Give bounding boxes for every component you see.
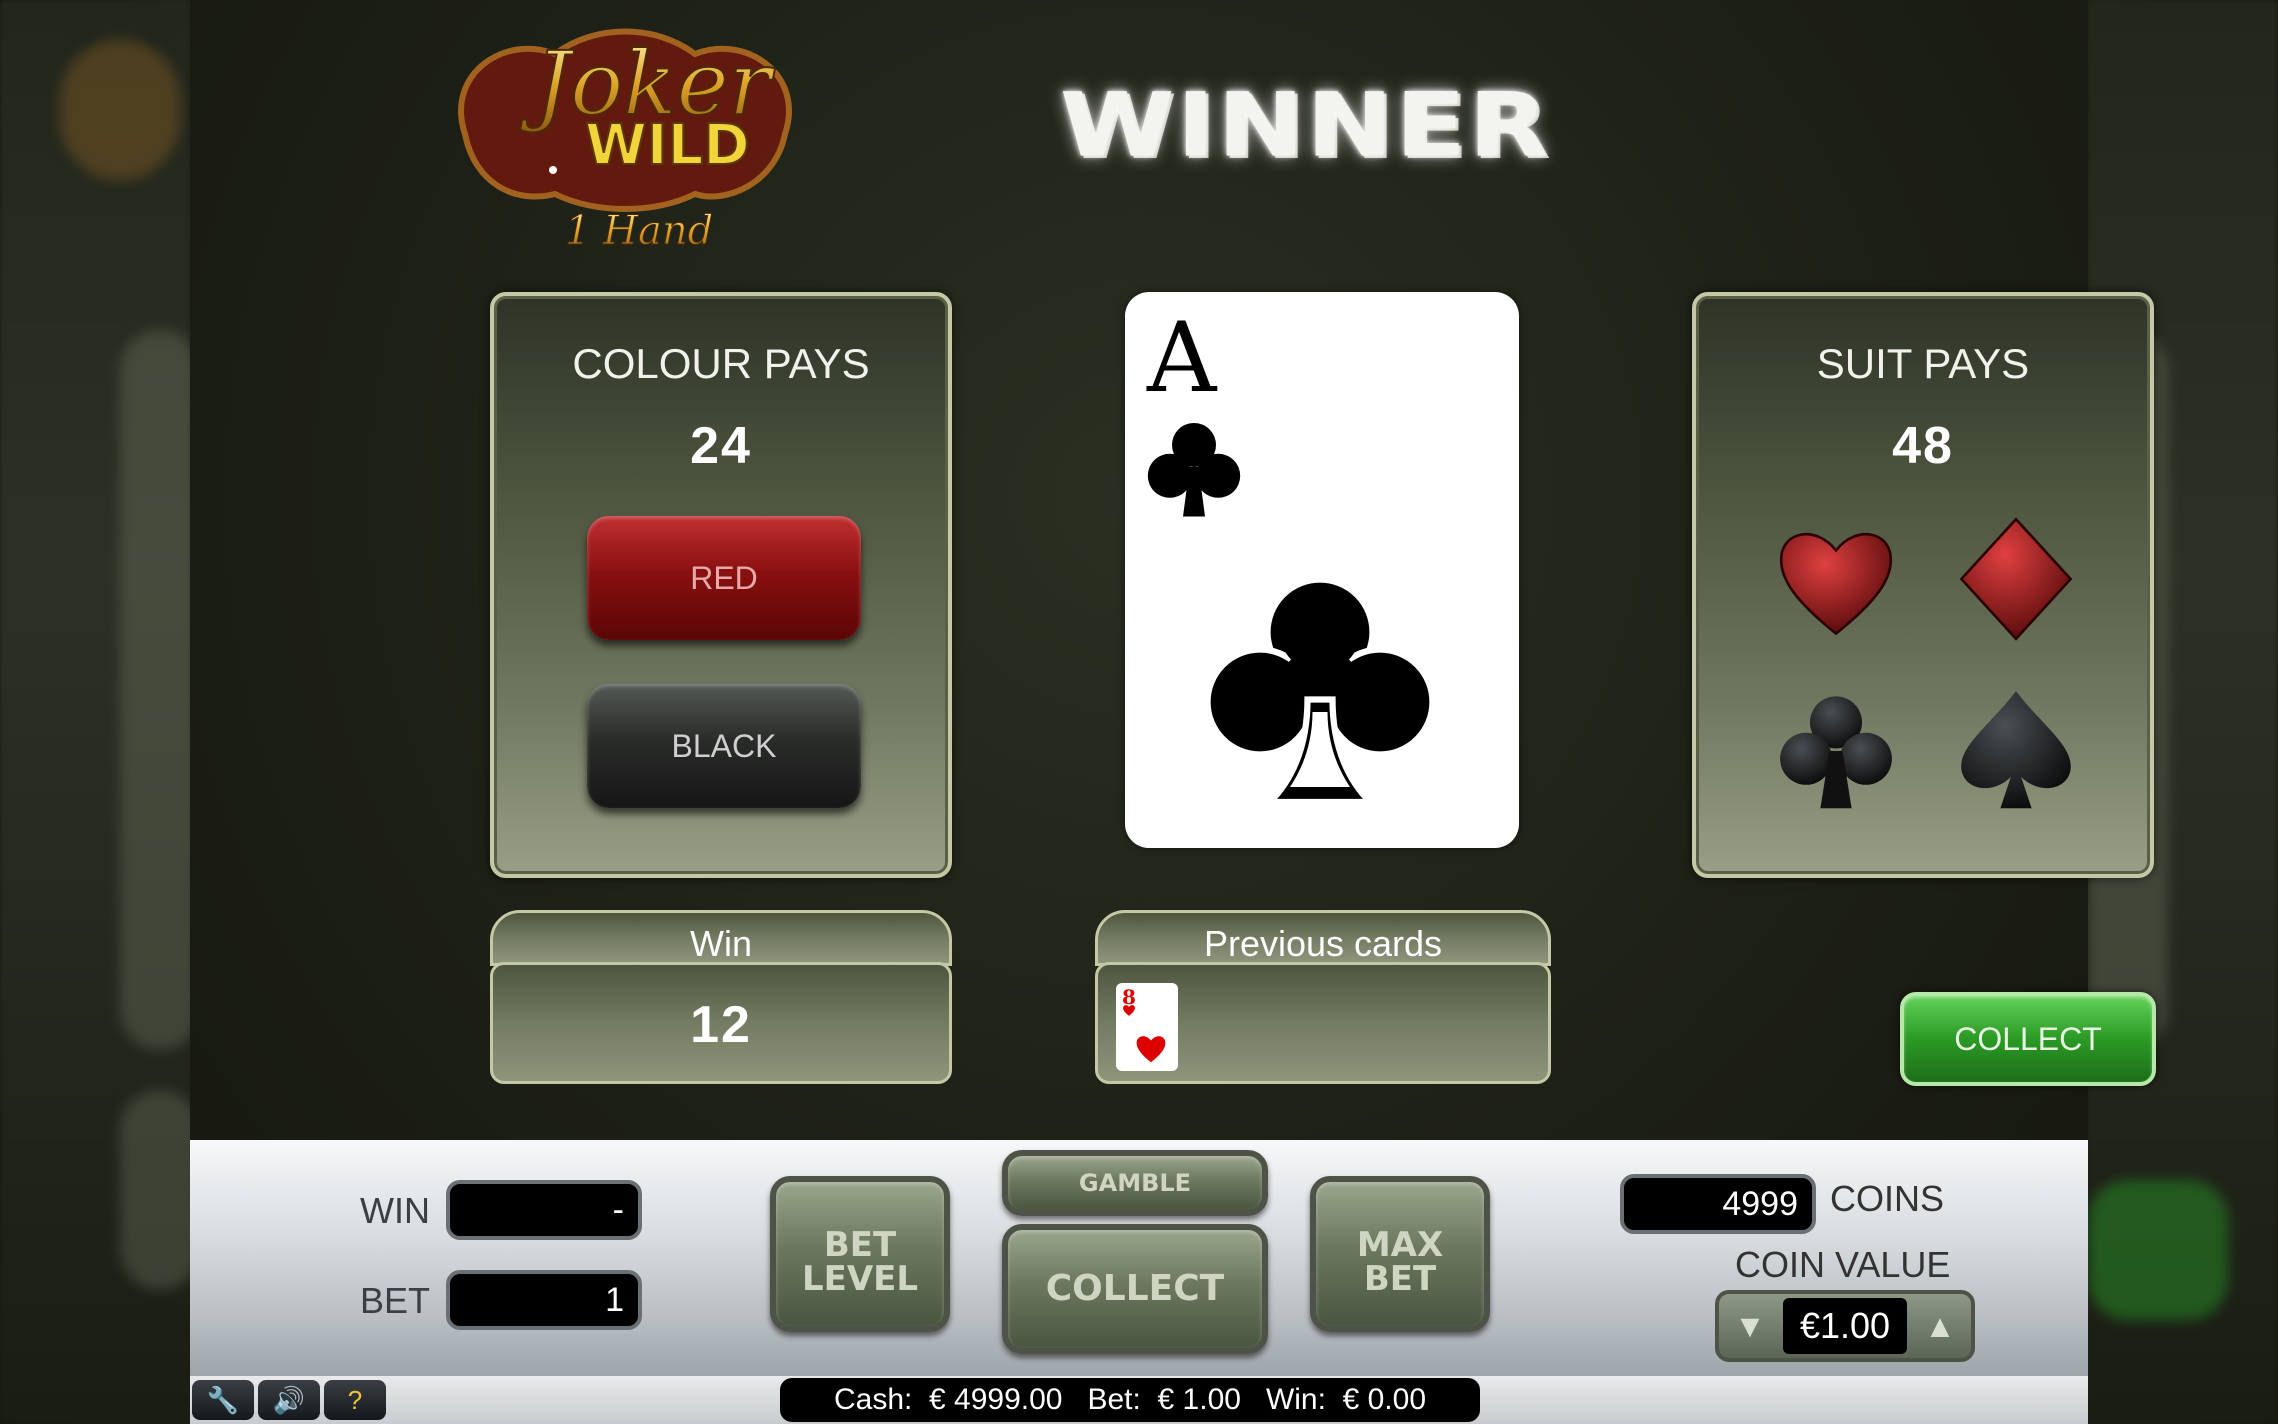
club-icon (1780, 696, 1892, 809)
coins-display: 4999 (1620, 1174, 1816, 1234)
colour-pays-title: COLOUR PAYS (572, 340, 870, 387)
background-left (0, 0, 200, 1424)
game-window: Joker WILD 1 Hand WINNER COLOUR PAYS 24 … (0, 0, 2278, 1424)
previous-card: 8 (1116, 983, 1178, 1071)
coin-value-stepper: ▼ €1.00 ▲ (1715, 1290, 1975, 1362)
club-icon (1204, 576, 1436, 806)
suit-pays-title: SUIT PAYS (1816, 340, 2030, 387)
wrench-icon[interactable]: 🔧 (192, 1380, 254, 1420)
coin-value-up-arrow-icon[interactable]: ▲ (1911, 1296, 1969, 1356)
max-bet-button[interactable]: MAX BET (1310, 1176, 1490, 1332)
heart-icon (1136, 1036, 1166, 1063)
coins-label: COINS (1830, 1178, 1945, 1219)
game-area: Joker WILD 1 Hand WINNER COLOUR PAYS 24 … (190, 0, 2156, 1424)
bet-level-button[interactable]: BET LEVEL (770, 1176, 950, 1332)
win-value: 12 (690, 996, 752, 1054)
bar-bet-display: 1 (446, 1270, 642, 1330)
card-rank: A (1147, 302, 1217, 414)
collect-button[interactable]: COLLECT (1900, 992, 2156, 1086)
club-button[interactable] (1771, 686, 1901, 816)
cash-bet-win-status: Cash: € 4999.00 Bet: € 1.00 Win: € 0.00 (780, 1378, 1480, 1422)
heart-icon (1779, 532, 1893, 636)
win-tab: Win (490, 910, 952, 966)
drawn-card: A (1125, 292, 1519, 848)
heart-button[interactable] (1771, 514, 1901, 644)
club-icon (1147, 423, 1241, 517)
bar-bet-label: BET (360, 1280, 431, 1321)
bar-win-label: WIN (360, 1190, 430, 1231)
logo-hand: 1 Hand (565, 208, 713, 254)
coin-value-display: €1.00 (1783, 1298, 1907, 1354)
colour-pays-panel: COLOUR PAYS 24 RED BLACK (490, 292, 952, 878)
coin-value-down-arrow-icon[interactable]: ▼ (1721, 1296, 1779, 1356)
gamble-button[interactable]: GAMBLE (1002, 1150, 1268, 1216)
previous-cards-tab: Previous cards (1095, 910, 1551, 966)
status-bar: 🔧 🔊 ? Cash: € 4999.00 Bet: € 1.00 Win: €… (190, 1376, 2088, 1424)
help-icon[interactable]: ? (324, 1380, 386, 1420)
black-button[interactable]: BLACK (587, 684, 861, 808)
spade-icon (1961, 691, 2071, 809)
previous-cards-label: Previous cards (1203, 923, 1443, 964)
bet-level-line1: BET (823, 1225, 897, 1265)
diamond-button[interactable] (1951, 514, 2081, 644)
joker-wild-logo: Joker WILD 1 Hand (445, 14, 805, 259)
diamond-icon (1959, 517, 2073, 641)
speaker-icon[interactable]: 🔊 (258, 1380, 320, 1420)
spade-button[interactable] (1951, 686, 2081, 816)
previous-cards-box: 8 (1095, 962, 1551, 1084)
bar-win-display: - (446, 1180, 642, 1240)
win-label: Win (690, 923, 752, 964)
winner-banner: WINNER (1059, 73, 1551, 177)
suit-pays-panel: SUIT PAYS 48 (1692, 292, 2154, 878)
max-bet-line2: BET (1363, 1259, 1437, 1299)
colour-pays-value: 24 (690, 417, 752, 475)
win-box: 12 (490, 962, 952, 1084)
max-bet-line1: MAX (1356, 1225, 1444, 1265)
red-button[interactable]: RED (587, 516, 861, 640)
coin-value-label: COIN VALUE (1735, 1244, 1951, 1285)
bet-level-line2: LEVEL (801, 1259, 919, 1299)
heart-icon (1123, 1005, 1135, 1016)
logo-wild: WILD (585, 113, 750, 178)
suit-pays-value: 48 (1892, 417, 1954, 475)
collect-bar-button[interactable]: COLLECT (1002, 1224, 1268, 1354)
